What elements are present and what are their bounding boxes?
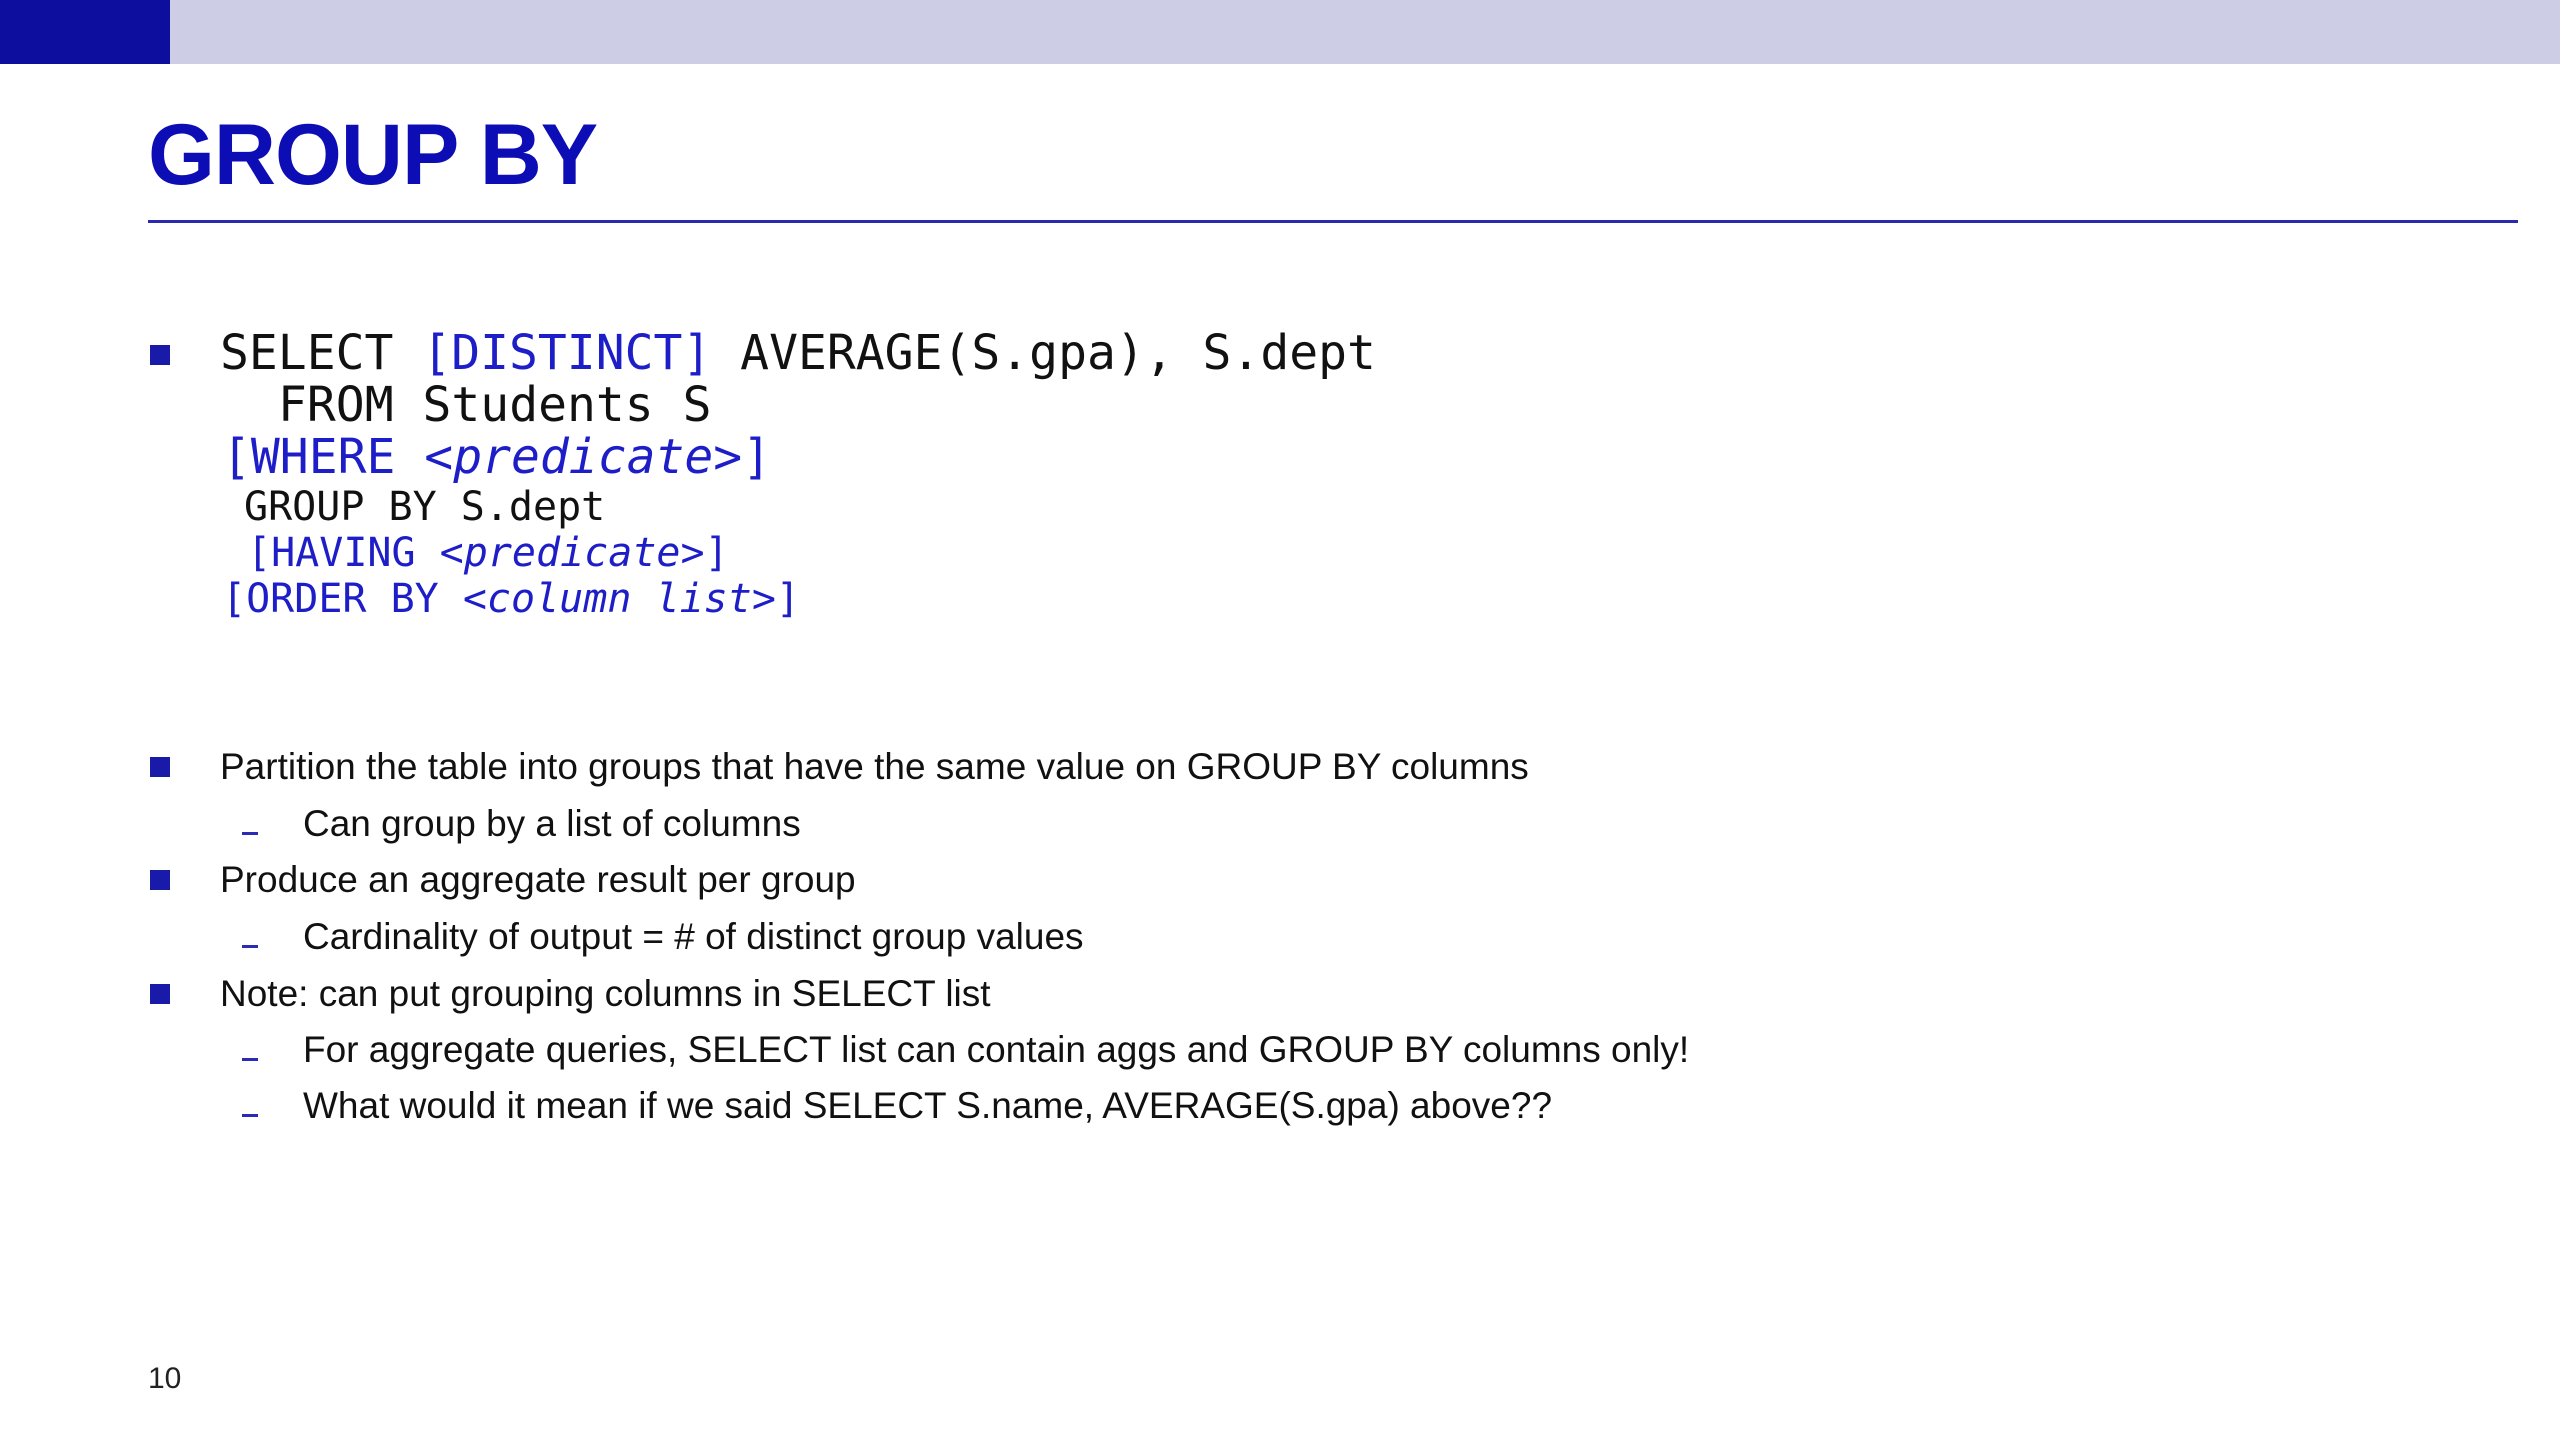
bullet-marker xyxy=(150,345,170,365)
sub-bullet-cardinality: Cardinality of output = # of distinct gr… xyxy=(303,916,1084,957)
query-line-having: [HAVING <predicate>] xyxy=(247,528,729,578)
sub-bullet-dash xyxy=(242,945,258,948)
where-open: [WHERE xyxy=(222,429,425,485)
where-close: ] xyxy=(742,429,772,485)
top-bar xyxy=(0,0,2560,64)
bullet-marker xyxy=(150,757,170,777)
sub-bullet-dash xyxy=(242,1058,258,1061)
distinct-option: [DISTINCT] xyxy=(422,325,712,381)
sub-bullet-group-list: Can group by a list of columns xyxy=(303,803,801,844)
order-by-columns: <column list> xyxy=(462,576,776,622)
sub-bullet-dash xyxy=(242,832,258,835)
having-open: [HAVING xyxy=(247,530,440,576)
top-bar-accent xyxy=(0,0,170,64)
select-columns: AVERAGE(S.gpa), S.dept xyxy=(711,325,1376,381)
from-clause: FROM Students S xyxy=(278,377,712,433)
bullet-marker xyxy=(150,984,170,1004)
bullet-aggregate: Produce an aggregate result per group xyxy=(220,859,856,900)
sub-bullet-question: What would it mean if we said SELECT S.n… xyxy=(303,1085,1553,1126)
order-by-close: ] xyxy=(775,576,800,622)
slide-title: GROUP BY xyxy=(148,107,598,203)
group-by-clause: GROUP BY S.dept xyxy=(244,484,606,530)
query-line-order-by: [ORDER BY <column list>] xyxy=(222,574,800,624)
bullet-partition: Partition the table into groups that hav… xyxy=(220,746,1529,787)
having-predicate: <predicate> xyxy=(439,530,705,576)
where-predicate: <predicate> xyxy=(424,429,743,485)
query-line-group-by: GROUP BY S.dept xyxy=(244,482,605,532)
select-keyword: SELECT xyxy=(220,325,423,381)
order-by-open: [ORDER BY xyxy=(222,576,463,622)
title-divider xyxy=(148,220,2518,223)
bullet-note: Note: can put grouping columns in SELECT… xyxy=(220,973,991,1014)
having-close: ] xyxy=(704,530,729,576)
query-line-where: [WHERE <predicate>] xyxy=(222,426,771,488)
sub-bullet-select-list: For aggregate queries, SELECT list can c… xyxy=(303,1029,1690,1070)
sub-bullet-dash xyxy=(242,1114,258,1117)
bullet-marker xyxy=(150,870,170,890)
page-number: 10 xyxy=(148,1362,182,1395)
